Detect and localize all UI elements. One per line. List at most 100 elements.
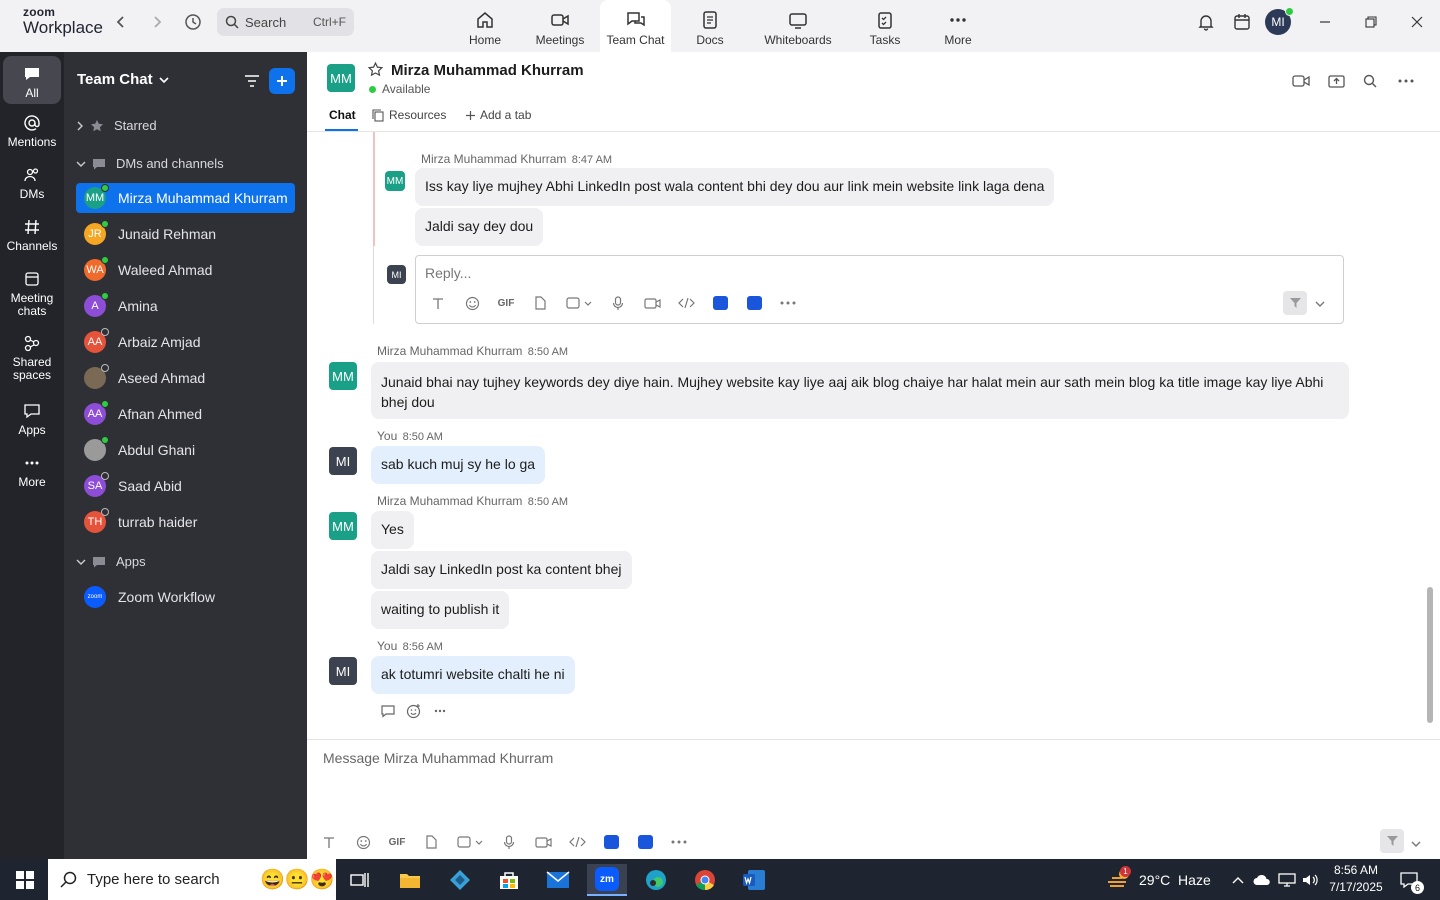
file-explorer-button[interactable] xyxy=(390,864,430,896)
system-clock[interactable]: 8:56 AM 7/17/2025 xyxy=(1326,862,1386,896)
message-bubble[interactable]: Jaldi say LinkedIn post ka content bhej xyxy=(371,551,632,589)
message-scrollbar[interactable] xyxy=(1427,587,1433,723)
emoji-button[interactable] xyxy=(346,831,380,853)
show-hidden-icons-button[interactable] xyxy=(1228,864,1248,896)
format-text-button[interactable] xyxy=(312,831,346,853)
tab-meetings[interactable]: Meetings xyxy=(527,0,593,52)
filter-button[interactable] xyxy=(239,68,265,94)
notifications-button[interactable] xyxy=(1191,10,1221,34)
contact-title[interactable]: Mirza Muhammad Khurram xyxy=(391,62,584,79)
app-button-2[interactable] xyxy=(737,292,771,314)
rail-all[interactable]: All xyxy=(3,56,61,104)
contact-item[interactable]: A Amina xyxy=(76,291,295,321)
store-button[interactable] xyxy=(489,864,529,896)
calendar-button[interactable] xyxy=(1227,10,1257,34)
tab-chat[interactable]: Chat xyxy=(329,108,356,122)
screenshot-button[interactable] xyxy=(557,292,601,314)
message-bubble[interactable]: Junaid bhai nay tujhey keywords dey diye… xyxy=(371,362,1349,419)
new-chat-button[interactable] xyxy=(269,68,295,94)
reply-box[interactable]: Reply... GIF xyxy=(415,255,1344,324)
reply-thread-button[interactable] xyxy=(375,700,401,722)
rail-apps[interactable]: Apps xyxy=(3,402,61,437)
rail-dms[interactable]: DMs xyxy=(3,166,61,201)
add-tab-button[interactable]: Add a tab xyxy=(465,108,531,122)
chrome-button[interactable] xyxy=(685,864,725,896)
format-text-button[interactable] xyxy=(421,292,455,314)
section-dms-channels[interactable]: DMs and channels xyxy=(76,156,224,171)
app-button-1[interactable] xyxy=(703,292,737,314)
code-snippet-button[interactable] xyxy=(669,292,703,314)
composer-input[interactable]: Message Mirza Muhammad Khurram xyxy=(323,750,553,766)
search-box[interactable]: Search Ctrl+F xyxy=(217,8,354,36)
contact-item[interactable]: TH turrab haider xyxy=(76,507,295,537)
rail-more[interactable]: More xyxy=(3,454,61,489)
favorite-star-button[interactable] xyxy=(367,61,384,80)
close-button[interactable] xyxy=(1402,10,1432,34)
section-apps[interactable]: Apps xyxy=(76,554,146,569)
app-item-zoom-workflow[interactable]: zoom Zoom Workflow xyxy=(76,582,295,612)
app-diamond-button[interactable] xyxy=(440,864,480,896)
gif-button[interactable]: GIF xyxy=(489,292,523,314)
send-options-button[interactable] xyxy=(1315,296,1325,311)
tab-resources[interactable]: Resources xyxy=(372,108,446,122)
weather-text[interactable]: 29°C Haze xyxy=(1139,872,1211,888)
rail-channels[interactable]: Channels xyxy=(3,218,61,253)
tab-docs[interactable]: Docs xyxy=(690,0,730,52)
send-options-button[interactable] xyxy=(1411,836,1421,851)
gif-button[interactable]: GIF xyxy=(380,831,414,853)
volume-button[interactable] xyxy=(1300,864,1322,896)
send-button[interactable] xyxy=(1283,291,1307,315)
message-bubble[interactable]: Jaldi say dey dou xyxy=(415,208,544,246)
contact-item[interactable]: MM Mirza Muhammad Khurram xyxy=(76,183,295,213)
minimize-button[interactable] xyxy=(1310,10,1340,34)
contact-item[interactable]: AA Arbaiz Amjad xyxy=(76,327,295,357)
message-bubble[interactable]: Yes xyxy=(371,511,414,549)
attach-file-button[interactable] xyxy=(414,831,448,853)
tab-home[interactable]: Home xyxy=(459,0,511,52)
attach-file-button[interactable] xyxy=(523,292,557,314)
search-chat-button[interactable] xyxy=(1357,70,1383,92)
share-screen-button[interactable] xyxy=(1323,70,1349,92)
back-button[interactable] xyxy=(107,10,135,34)
section-starred[interactable]: Starred xyxy=(76,118,157,133)
send-button[interactable] xyxy=(1380,829,1404,853)
notification-center-button[interactable]: 6 xyxy=(1393,864,1425,896)
more-tools-button[interactable] xyxy=(662,831,696,853)
onedrive-button[interactable] xyxy=(1252,864,1272,896)
task-view-button[interactable] xyxy=(340,864,380,896)
rail-meeting-chats[interactable]: Meeting chats xyxy=(3,270,61,318)
contact-item[interactable]: Abdul Ghani xyxy=(76,435,295,465)
app-button-1[interactable] xyxy=(594,831,628,853)
taskbar-search[interactable]: Type here to search 😄😐😍 xyxy=(48,859,336,900)
audio-message-button[interactable] xyxy=(492,831,526,853)
sidebar-title[interactable]: Team Chat xyxy=(77,71,169,88)
app-button-2[interactable] xyxy=(628,831,662,853)
contact-item[interactable]: JR Junaid Rehman xyxy=(76,219,295,249)
contact-item[interactable]: Aseed Ahmad xyxy=(76,363,295,393)
video-call-button[interactable] xyxy=(1288,70,1314,92)
audio-message-button[interactable] xyxy=(601,292,635,314)
tab-whiteboards[interactable]: Whiteboards xyxy=(760,0,836,52)
network-button[interactable] xyxy=(1276,864,1298,896)
add-reaction-button[interactable] xyxy=(401,700,427,722)
emoji-button[interactable] xyxy=(455,292,489,314)
tab-tasks[interactable]: Tasks xyxy=(865,0,905,52)
history-button[interactable] xyxy=(179,10,207,34)
video-message-button[interactable] xyxy=(526,831,560,853)
more-options-button[interactable] xyxy=(1393,70,1419,92)
message-bubble[interactable]: waiting to publish it xyxy=(371,591,510,629)
message-bubble[interactable]: ak totumri website chalti he ni xyxy=(371,656,575,694)
message-bubble[interactable]: Iss kay liye mujhey Abhi LinkedIn post w… xyxy=(415,168,1055,206)
tab-more[interactable]: More xyxy=(938,0,978,52)
contact-item[interactable]: SA Saad Abid xyxy=(76,471,295,501)
rail-mentions[interactable]: Mentions xyxy=(3,114,61,149)
code-snippet-button[interactable] xyxy=(560,831,594,853)
tab-team-chat[interactable]: Team Chat xyxy=(600,0,671,52)
rail-shared-spaces[interactable]: Shared spaces xyxy=(3,334,61,382)
screenshot-button[interactable] xyxy=(448,831,492,853)
zoom-taskbar-button[interactable]: zm xyxy=(587,864,627,896)
more-tools-button[interactable] xyxy=(771,292,805,314)
forward-button[interactable] xyxy=(143,10,171,34)
mail-button[interactable] xyxy=(538,864,578,896)
user-avatar[interactable]: MI xyxy=(1265,7,1294,35)
